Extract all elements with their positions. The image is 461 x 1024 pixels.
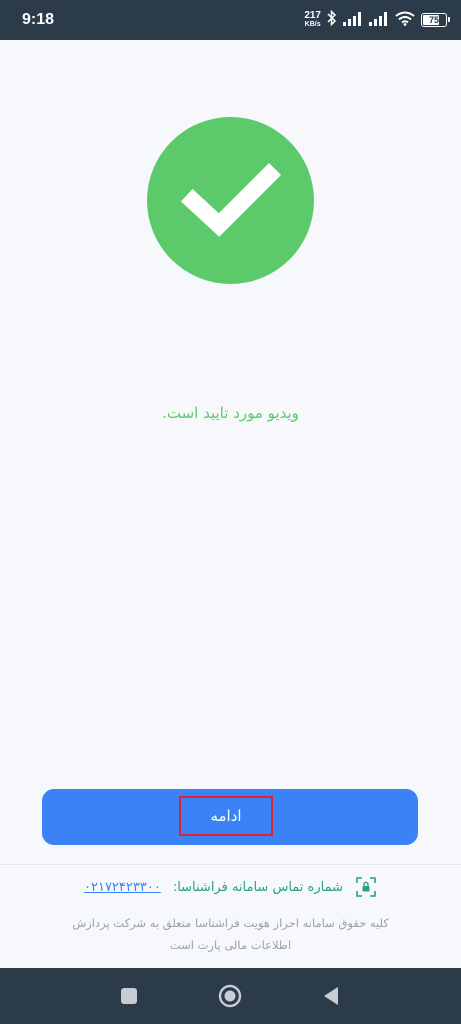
continue-button[interactable]: ادامه [42, 789, 418, 845]
navigation-bar [0, 968, 461, 1024]
network-speed: 217 KB/s [304, 11, 321, 29]
signal-icon [369, 11, 389, 30]
copyright-line: اطلاعات مالی پارت است [169, 938, 292, 952]
status-icons: 217 KB/s 75 [304, 9, 450, 31]
check-circle-icon [147, 117, 314, 284]
contact-line: شماره تماس سامانه فراشناسا: ۰۲۱۷۲۴۲۳۳۰۰ [0, 876, 461, 898]
recents-square-icon[interactable] [101, 968, 157, 1024]
battery-icon: 75 [421, 13, 450, 27]
back-triangle-icon[interactable] [303, 968, 359, 1024]
copyright-text: کلیه حقوق سامانه احراز هویت فراشناسا متع… [40, 912, 421, 956]
home-circle-icon[interactable] [202, 968, 258, 1024]
signal-icon [343, 11, 363, 30]
copyright-line: کلیه حقوق سامانه احراز هویت فراشناسا متع… [72, 916, 389, 930]
wifi-icon [395, 11, 415, 30]
network-speed-unit: KB/s [304, 21, 321, 28]
bluetooth-icon [327, 9, 337, 30]
network-speed-value: 217 [304, 10, 321, 21]
contact-label: شماره تماس سامانه فراشناسا: [172, 879, 344, 895]
continue-button-label: ادامه [179, 796, 273, 836]
contact-phone-link[interactable]: ۰۲۱۷۲۴۲۳۳۰۰ [84, 880, 161, 895]
battery-level: 75 [428, 15, 439, 25]
footer-divider [0, 864, 461, 865]
success-message: ویدیو مورد تایید است. [162, 404, 299, 422]
face-scan-icon [355, 876, 377, 898]
status-bar: 9:18 217 KB/s 75 [0, 0, 461, 40]
status-time: 9:18 [22, 11, 55, 28]
